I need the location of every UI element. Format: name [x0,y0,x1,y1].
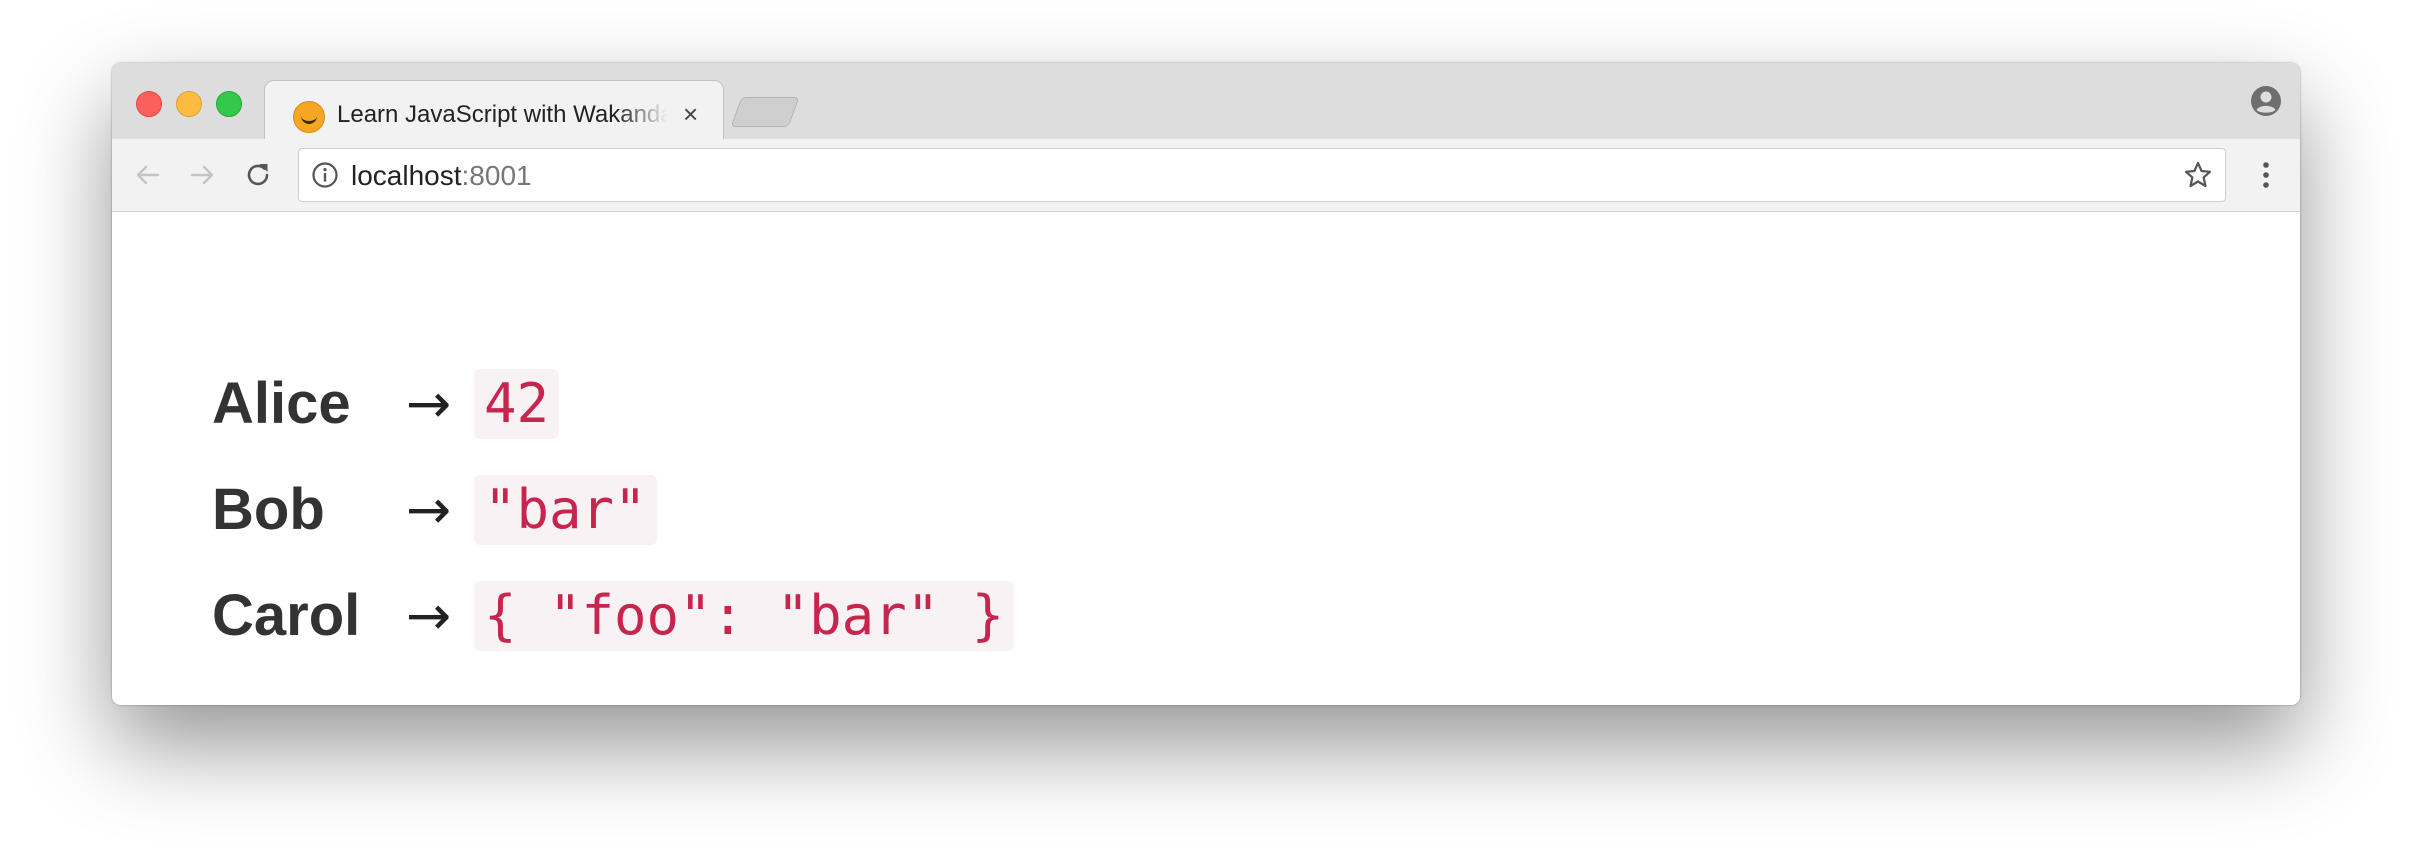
arrow-glyph: → [406,478,452,541]
wakanda-logo-icon [293,101,325,133]
url-host: localhost [351,160,462,191]
reload-icon[interactable] [242,159,274,191]
tab-title: Learn JavaScript with Wakanda [337,101,667,128]
row-name: Bob [212,477,325,542]
code-value: 42 [474,369,560,439]
star-icon[interactable] [2183,160,2213,190]
tab-active[interactable]: Learn JavaScript with Wakanda × [264,80,724,141]
url-port: :8001 [461,160,532,191]
maximize-window-button[interactable] [216,91,242,117]
row-name: Carol [212,583,361,648]
address-url[interactable]: localhost:8001 [351,161,532,191]
close-window-button[interactable] [136,91,162,117]
address-bar[interactable]: localhost:8001 [298,148,2226,202]
title-bar: Learn JavaScript with Wakanda × [112,63,2300,141]
profile-icon[interactable] [2250,85,2282,117]
arrow-glyph: → [406,372,452,435]
new-tab-button[interactable] [730,97,800,127]
browser-toolbar: localhost:8001 [112,139,2300,212]
minimize-window-button[interactable] [176,91,202,117]
code-value: "bar" [474,475,657,545]
arrow-right-icon[interactable] [186,159,218,191]
arrow-glyph: → [406,584,452,647]
page-content: Alice → 42 Bob → "bar" Carol → { "foo": … [112,212,2300,705]
code-value: { "foo": "bar" } [474,581,1015,651]
row-name: Alice [212,371,351,436]
browser-window: Learn JavaScript with Wakanda × localhos… [112,63,2300,705]
kebab-menu-icon[interactable] [2256,159,2276,191]
arrow-left-icon[interactable] [132,159,164,191]
tab-close-icon[interactable]: × [683,99,698,129]
info-icon[interactable] [311,161,339,189]
